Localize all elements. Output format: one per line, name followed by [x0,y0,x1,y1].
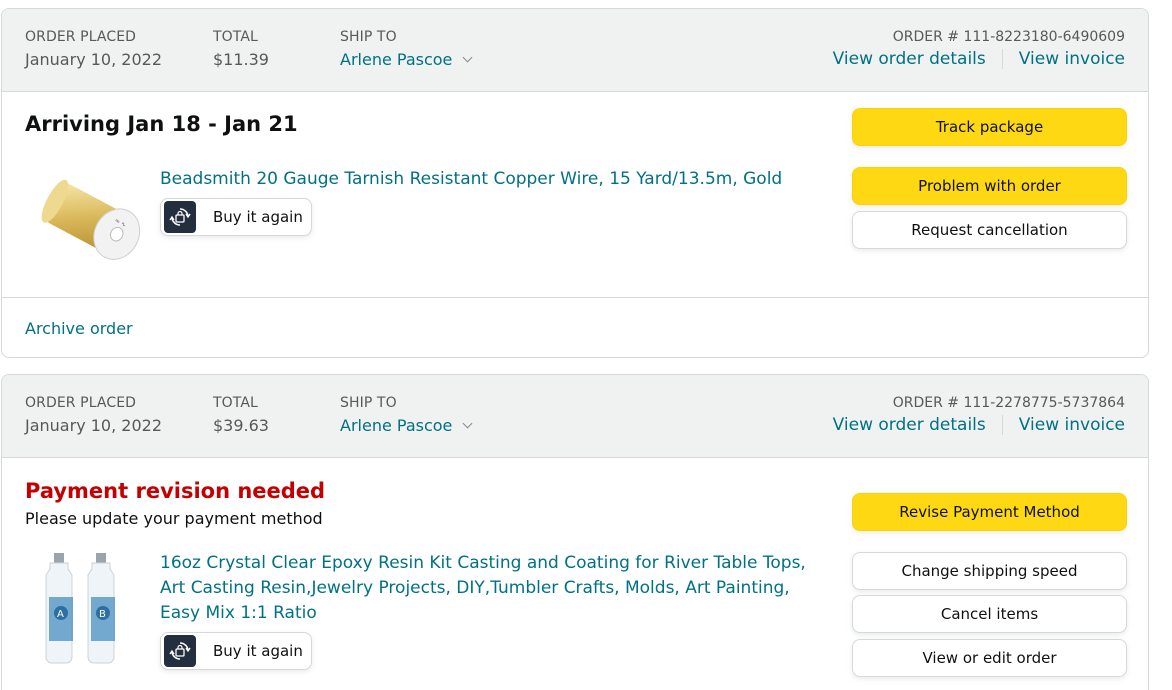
order-placed-label: ORDER PLACED [25,29,137,45]
svg-text:A: A [57,609,64,620]
link-divider [1001,415,1003,435]
change-shipping-speed-button[interactable]: Change shipping speed [852,552,1127,590]
order-card: ORDER PLACED January 10, 2022 TOTAL $11.… [1,8,1149,358]
view-or-edit-order-button[interactable]: View or edit order [852,639,1127,677]
ship-to-dropdown[interactable]: Arlene Pascoe [340,416,473,435]
product-image[interactable]: ≈ ∿ [38,169,144,285]
product-title-link[interactable]: Beadsmith 20 Gauge Tarnish Resistant Cop… [160,167,800,192]
view-invoice-link[interactable]: View invoice [1019,415,1125,435]
archive-order-link[interactable]: Archive order [25,319,133,338]
product-image[interactable]: A B [40,547,136,671]
order-header: ORDER PLACED January 10, 2022 TOTAL $39.… [2,375,1148,458]
buy-again-label: Buy it again [213,208,303,226]
problem-with-order-button[interactable]: Problem with order [852,167,1127,205]
view-invoice-link[interactable]: View invoice [1019,49,1125,69]
order-number: ORDER # 111-8223180-6490609 [892,29,1125,45]
track-package-button[interactable]: Track package [852,108,1127,146]
payment-status-title: Payment revision needed [25,479,326,503]
ship-to-name: Arlene Pascoe [340,416,453,435]
total-value: $39.63 [213,416,269,435]
buy-again-icon [164,201,196,233]
ship-to-label: SHIP TO [340,395,397,411]
chevron-down-icon [462,418,473,429]
view-order-details-link[interactable]: View order details [833,49,986,69]
total-label: TOTAL [213,395,258,411]
order-header-links: View order details View invoice [833,49,1125,69]
gold-wire-spool-icon: ≈ ∿ [41,179,141,260]
link-divider [1001,49,1003,69]
buy-again-button[interactable]: Buy it again [160,632,312,670]
view-order-details-link[interactable]: View order details [833,415,986,435]
chevron-down-icon [462,52,473,63]
total-label: TOTAL [213,29,258,45]
order-placed-date: January 10, 2022 [25,50,162,69]
payment-status-subtitle: Please update your payment method [25,509,323,528]
revise-payment-method-button[interactable]: Revise Payment Method [852,493,1127,531]
order-card: ORDER PLACED January 10, 2022 TOTAL $39.… [1,374,1149,690]
order-footer: Archive order [2,297,1148,357]
order-header-links: View order details View invoice [833,415,1125,435]
cancel-items-button[interactable]: Cancel items [852,595,1127,633]
ship-to-name: Arlene Pascoe [340,50,453,69]
product-title-link[interactable]: 16oz Crystal Clear Epoxy Resin Kit Casti… [160,551,810,626]
total-value: $11.39 [213,50,269,69]
buy-again-button[interactable]: Buy it again [160,198,312,236]
ship-to-label: SHIP TO [340,29,397,45]
order-placed-date: January 10, 2022 [25,416,162,435]
delivery-status-title: Arriving Jan 18 - Jan 21 [25,112,298,136]
order-placed-label: ORDER PLACED [25,395,137,411]
buy-again-label: Buy it again [213,642,303,660]
order-number: ORDER # 111-2278775-5737864 [892,395,1125,411]
request-cancellation-button[interactable]: Request cancellation [852,211,1127,249]
order-header: ORDER PLACED January 10, 2022 TOTAL $11.… [2,9,1148,92]
buy-again-icon [164,635,196,667]
epoxy-resin-bottles-icon: A B [45,553,115,664]
svg-text:B: B [99,609,106,620]
ship-to-dropdown[interactable]: Arlene Pascoe [340,50,473,69]
